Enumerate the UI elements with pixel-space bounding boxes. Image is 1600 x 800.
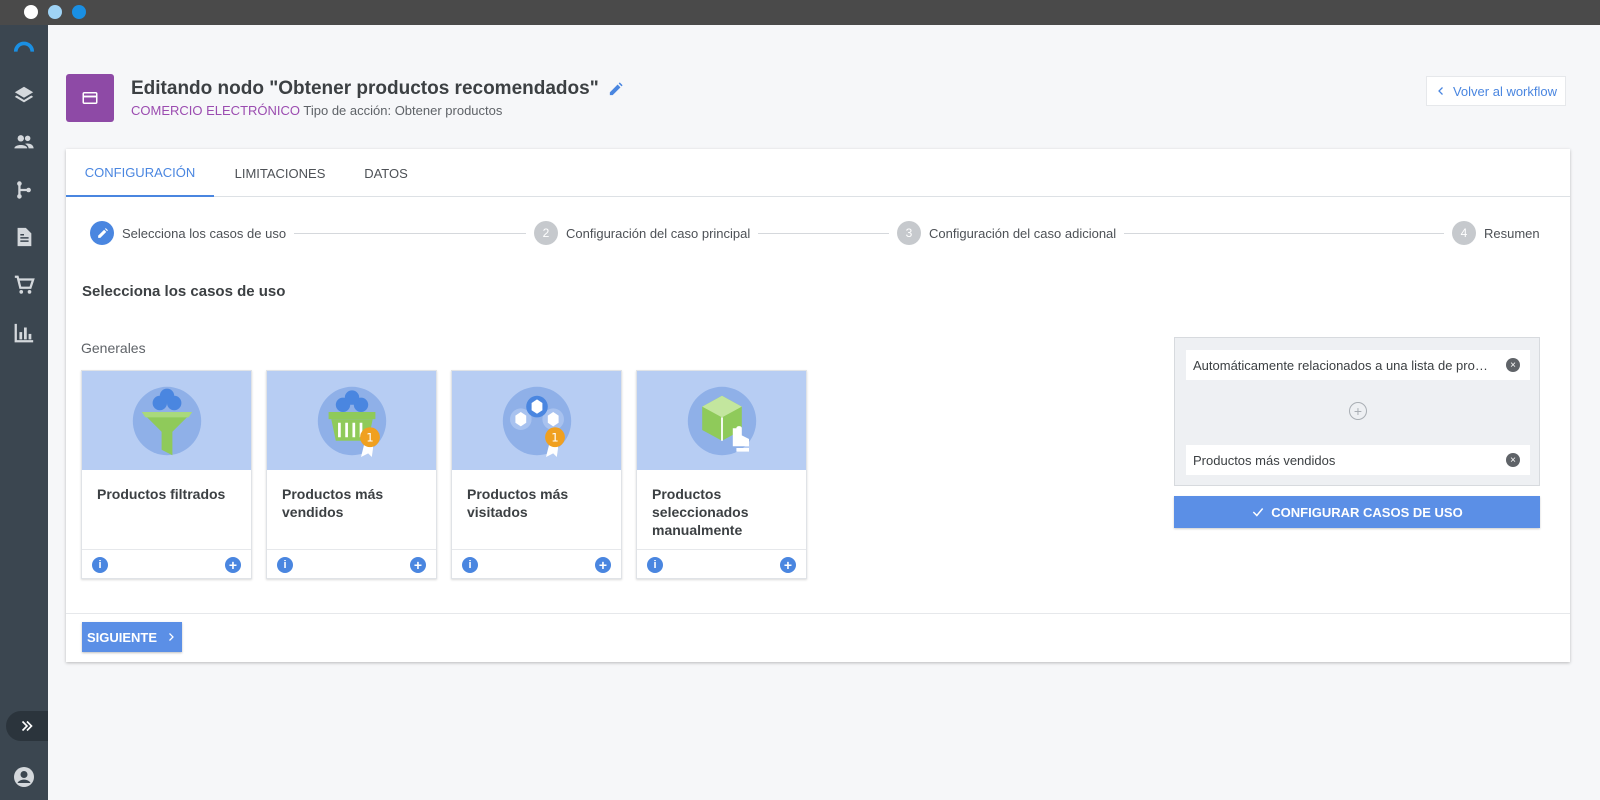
action-type-label: Tipo de acción: Obtener productos: [303, 103, 503, 118]
step-4[interactable]: 4 Resumen: [1444, 221, 1540, 245]
category-label: COMERCIO ELECTRÓNICO: [131, 103, 301, 118]
step-3[interactable]: 3 Configuración del caso adicional: [889, 221, 1125, 245]
document-icon[interactable]: [12, 225, 36, 249]
use-case-title: Productos seleccionados manualmente: [652, 486, 749, 538]
back-to-workflow-button[interactable]: Volver al workflow: [1426, 76, 1566, 106]
selected-item[interactable]: Productos más vendidos ×: [1186, 445, 1530, 475]
logo-arc-icon[interactable]: [12, 36, 36, 60]
step-1-label: Selecciona los casos de uso: [122, 225, 287, 241]
cube-hand-icon: [637, 371, 806, 470]
expand-sidebar-button[interactable]: [6, 711, 48, 741]
group-label: Generales: [81, 340, 146, 356]
stepper: Selecciona los casos de uso 2 Configurac…: [90, 221, 1542, 245]
configure-use-cases-button[interactable]: CONFIGURAR CASOS DE USO: [1174, 496, 1540, 528]
info-icon[interactable]: i: [462, 557, 478, 573]
tab-limitaciones[interactable]: LIMITACIONES: [214, 149, 346, 197]
window-close-button[interactable]: [24, 5, 38, 19]
use-case-footer: i +: [267, 549, 436, 579]
tab-datos[interactable]: DATOS: [346, 149, 426, 197]
use-case-card-productos-filtrados[interactable]: Productos filtrados i +: [81, 370, 252, 579]
account-circle-icon[interactable]: [12, 765, 36, 789]
add-slot-icon[interactable]: +: [1349, 402, 1367, 420]
action-type-icon: [66, 74, 114, 122]
workflow-branch-icon[interactable]: [12, 178, 36, 202]
remove-circle-icon[interactable]: ×: [1506, 358, 1520, 372]
page-title: Editando nodo "Obtener productos recomen…: [131, 78, 624, 100]
page-title-text: Editando nodo "Obtener productos recomen…: [131, 78, 599, 99]
sidebar: [0, 25, 48, 800]
editor-card: CONFIGURACIÓN LIMITACIONES DATOS Selecci…: [66, 149, 1570, 662]
basket-medal-icon: 1: [267, 371, 436, 470]
funnel-cubes-icon: [82, 371, 251, 470]
step-connector: [1120, 233, 1450, 234]
next-button-label: SIGUIENTE: [86, 629, 158, 645]
use-case-title: Productos más vendidos: [282, 486, 384, 520]
step-2[interactable]: 2 Configuración del caso principal: [526, 221, 759, 245]
info-icon[interactable]: i: [92, 557, 108, 573]
use-case-card-productos-mas-visitados[interactable]: 1 Productos más visitados i +: [451, 370, 622, 579]
window-maximize-button[interactable]: [72, 5, 86, 19]
step-2-label: Configuración del caso principal: [566, 225, 751, 241]
info-icon[interactable]: i: [647, 557, 663, 573]
page-subtitle: COMERCIO ELECTRÓNICO Tipo de acción: Obt…: [131, 103, 502, 118]
cart-icon[interactable]: [12, 273, 36, 297]
people-icon[interactable]: [12, 130, 36, 154]
cubes-medal-icon: 1: [452, 371, 621, 470]
configure-use-cases-label: CONFIGURAR CASOS DE USO: [1271, 504, 1463, 520]
svg-text:1: 1: [366, 430, 373, 444]
use-case-footer: i +: [452, 549, 621, 579]
window-minimize-button[interactable]: [48, 5, 62, 19]
add-circle-icon[interactable]: +: [780, 557, 796, 573]
step-2-circle: 2: [534, 221, 558, 245]
use-case-footer: i +: [82, 549, 251, 579]
selected-item-label: Automáticamente relacionados a una lista…: [1193, 357, 1494, 373]
bar-chart-icon[interactable]: [12, 321, 36, 345]
add-circle-icon[interactable]: +: [595, 557, 611, 573]
use-case-card-productos-mas-vendidos[interactable]: 1 Productos más vendidos i +: [266, 370, 437, 579]
chevron-right-icon: [169, 633, 174, 641]
step-4-label: Resumen: [1484, 225, 1540, 241]
check-icon: [1253, 508, 1264, 517]
use-case-card-productos-seleccionados-manualmente[interactable]: Productos seleccionados manualmente i +: [636, 370, 807, 579]
selected-use-cases: Automáticamente relacionados a una lista…: [1174, 337, 1540, 486]
pencil-icon: [97, 227, 108, 238]
next-button[interactable]: SIGUIENTE: [82, 622, 182, 652]
remove-circle-icon[interactable]: ×: [1506, 453, 1520, 467]
step-connector: [280, 233, 540, 234]
back-to-workflow-label: Volver al workflow: [1452, 83, 1558, 99]
pencil-icon: [609, 81, 623, 95]
chevron-left-icon: [1438, 87, 1443, 95]
step-1-circle: [90, 221, 114, 245]
step-1[interactable]: Selecciona los casos de uso: [90, 221, 295, 245]
footer-divider: [66, 613, 1570, 614]
section-title: Selecciona los casos de uso: [82, 283, 286, 300]
edit-title-button[interactable]: [607, 81, 624, 98]
step-3-label: Configuración del caso adicional: [929, 225, 1117, 241]
window-titlebar: [0, 0, 1600, 25]
selected-item-label: Productos más vendidos: [1193, 452, 1336, 468]
add-circle-icon[interactable]: +: [410, 557, 426, 573]
tab-bar: CONFIGURACIÓN LIMITACIONES DATOS: [66, 149, 1570, 197]
step-connector: [750, 233, 900, 234]
use-case-footer: i +: [637, 549, 806, 579]
step-3-circle: 3: [897, 221, 921, 245]
double-chevron-right-icon: [21, 720, 33, 732]
use-case-title: Productos filtrados: [97, 486, 226, 502]
layers-icon[interactable]: [12, 83, 36, 107]
use-case-title: Productos más visitados: [467, 486, 569, 520]
info-icon[interactable]: i: [277, 557, 293, 573]
add-circle-icon[interactable]: +: [225, 557, 241, 573]
tab-configuracion[interactable]: CONFIGURACIÓN: [66, 149, 214, 197]
selected-item[interactable]: Automáticamente relacionados a una lista…: [1186, 350, 1530, 380]
step-4-circle: 4: [1452, 221, 1476, 245]
svg-text:1: 1: [551, 430, 558, 444]
